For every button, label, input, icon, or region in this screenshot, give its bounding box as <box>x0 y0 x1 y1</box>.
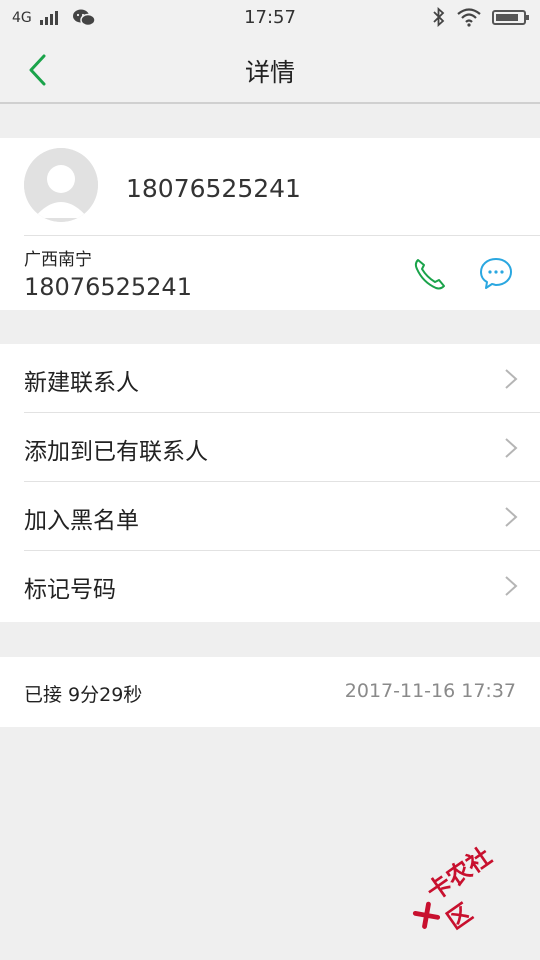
call-status: 已接 9分29秒 <box>24 684 143 706</box>
wifi-icon <box>457 8 481 27</box>
menu-item-add-to-existing-contact[interactable]: 添加到已有联系人 <box>0 413 540 482</box>
menu-item-label: 添加到已有联系人 <box>24 439 208 465</box>
status-right <box>432 7 529 27</box>
avatar <box>24 148 98 222</box>
number-location: 广西南宁 <box>24 250 92 270</box>
contact-card: 18076525241 广西南宁 18076525241 <box>0 138 540 310</box>
chevron-right-icon <box>505 576 518 596</box>
menu-item-label: 标记号码 <box>24 577 116 603</box>
avatar-placeholder-icon <box>24 148 98 222</box>
divider <box>24 235 540 236</box>
message-icon[interactable] <box>476 254 516 294</box>
call-log-entry: 已接 9分29秒 2017-11-16 17:37 <box>0 657 540 727</box>
call-datetime: 2017-11-16 17:37 <box>344 680 516 702</box>
chevron-right-icon <box>505 507 518 527</box>
contact-number: 18076525241 <box>24 273 192 301</box>
status-bar: 4G 17:57 <box>0 0 540 36</box>
action-menu: 新建联系人 添加到已有联系人 加入黑名单 标记号码 <box>0 344 540 622</box>
battery-fill <box>496 13 518 21</box>
battery-icon <box>492 9 529 25</box>
watermark: 卡农社区 <box>398 834 522 950</box>
header: 详情 <box>0 36 540 104</box>
menu-item-label: 加入黑名单 <box>24 508 139 534</box>
page-title: 详情 <box>244 58 295 87</box>
bluetooth-icon <box>433 7 445 27</box>
chevron-right-icon <box>505 369 518 389</box>
phone-call-icon[interactable] <box>410 254 450 294</box>
menu-item-label: 新建联系人 <box>24 370 139 396</box>
chevron-right-icon <box>505 438 518 458</box>
menu-item-mark-number[interactable]: 标记号码 <box>0 551 540 620</box>
menu-item-blacklist[interactable]: 加入黑名单 <box>0 482 540 551</box>
menu-item-new-contact[interactable]: 新建联系人 <box>0 344 540 413</box>
contact-main-number: 18076525241 <box>126 174 301 203</box>
